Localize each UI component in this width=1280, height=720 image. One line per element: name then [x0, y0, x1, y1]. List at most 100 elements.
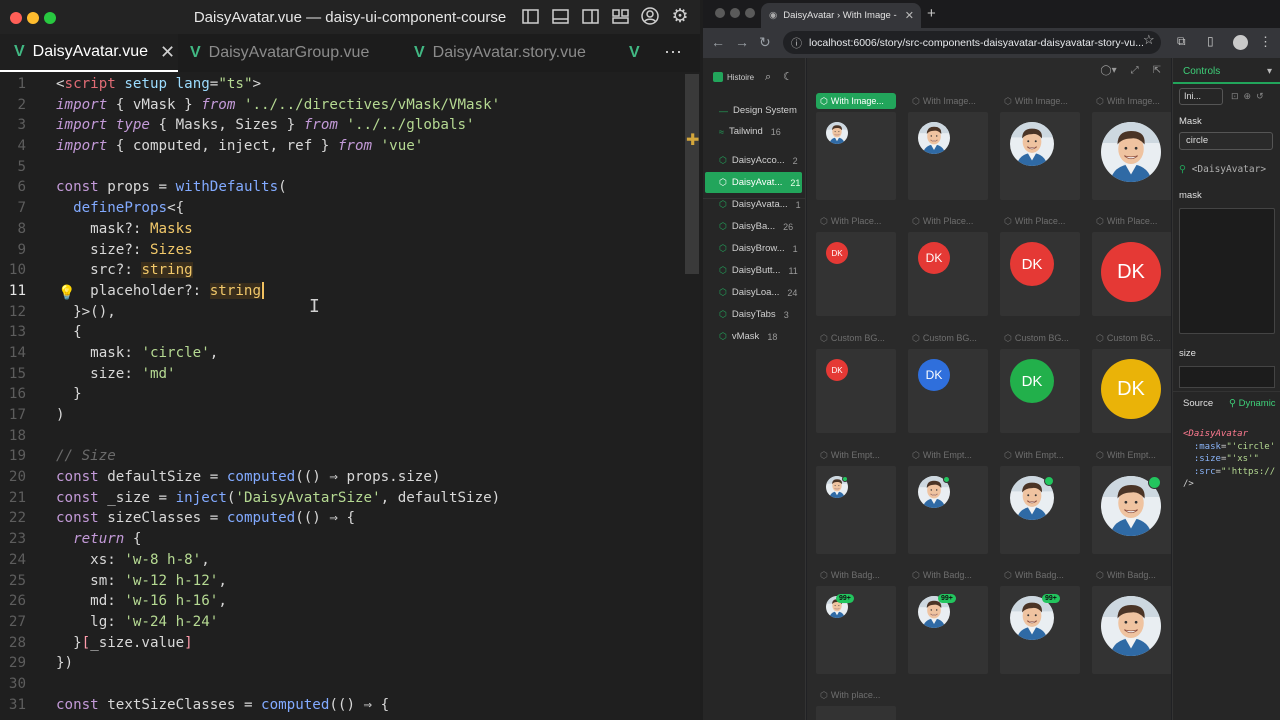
sidebar-story-item[interactable]: ⬡ DaisyBa... 26 — [705, 216, 802, 237]
profile-avatar[interactable] — [1233, 35, 1248, 50]
variant-image[interactable]: ⬡ With Image... — [1092, 93, 1171, 200]
tab-controls[interactable]: Controls — [1173, 58, 1280, 84]
sidebar-story-item[interactable]: ⬡ vMask 18 — [705, 326, 802, 347]
variant-label[interactable]: ⬡ With Empt... — [908, 447, 995, 463]
state-action-icons[interactable]: ⊡⊕↺ — [1231, 91, 1269, 102]
variant-label[interactable]: ⬡ With Empt... — [816, 447, 903, 463]
variant-label[interactable]: ⬡ With Empt... — [1000, 447, 1087, 463]
variant-custom-bg[interactable]: ⬡ Custom BG... DK — [1000, 330, 1087, 433]
pin-icon[interactable]: ⤢ — [1131, 65, 1139, 76]
variant-badge[interactable]: ⬡ With Badg... — [1092, 567, 1171, 674]
editor-scrollbar-thumb[interactable] — [685, 74, 699, 274]
variant-label[interactable]: ⬡ With Badg... — [1000, 567, 1087, 583]
variant-label[interactable]: ⬡ With Image... — [1000, 93, 1087, 109]
variant-label[interactable]: ⬡ With Image... — [816, 93, 896, 109]
tab-source[interactable]: Source — [1183, 398, 1213, 409]
address-bar[interactable]: ⓘ localhost:6006/story/src-components-da… — [783, 31, 1161, 54]
dark-mode-moon-icon[interactable]: ☾ — [783, 70, 793, 83]
extensions-puzzle-icon[interactable]: ⧉ — [1177, 34, 1186, 49]
sidebar-story-item[interactable]: ⬡ DaisyLoa... 24 — [705, 282, 802, 303]
variant-label[interactable]: ⬡ Custom BG... — [1000, 330, 1087, 346]
variant-label[interactable]: ⬡ With Empt... — [1092, 447, 1171, 463]
back-arrow-icon[interactable]: ← — [711, 34, 725, 50]
sidebar-story-item[interactable]: ≈ Tailwind 16 — [705, 121, 802, 142]
variant-badge[interactable]: ⬡ With Badg... 99+ — [908, 567, 995, 674]
background-toggle-icon[interactable]: ◯▾ — [1100, 65, 1116, 76]
variant-label[interactable]: ⬡ With Place... — [908, 213, 995, 229]
variant-badge[interactable]: ⬡ With Badg... 99+ — [1000, 567, 1087, 674]
variant-preview: DK — [1000, 232, 1080, 316]
variant-label[interactable]: ⬡ Custom BG... — [908, 330, 995, 346]
panel-menu-icon[interactable]: ▾ — [1267, 66, 1272, 77]
avatar-placeholder: DK — [826, 359, 848, 381]
variant-placeholder[interactable]: ⬡ With Place... DK — [908, 213, 995, 316]
forward-arrow-icon[interactable]: → — [735, 34, 749, 50]
reload-icon[interactable]: ↻ — [759, 34, 771, 51]
variant-label[interactable]: ⬡ With Image... — [908, 93, 995, 109]
line-number: 19 — [8, 448, 26, 465]
code-area[interactable]: 1 <script setup lang="ts"> 2 import { vMas… — [0, 74, 700, 715]
site-info-icon[interactable]: ⓘ — [791, 35, 802, 51]
variant-badge[interactable]: ⬡ With Badg... 99+ — [816, 567, 903, 674]
toggle-panel-icon[interactable] — [550, 6, 570, 26]
variant-label[interactable]: ⬡ Custom BG... — [1092, 330, 1171, 346]
variant-custom-bg[interactable]: ⬡ Custom BG... DK — [908, 330, 995, 433]
settings-gear-icon[interactable]: ⚙ — [670, 6, 690, 27]
split-editor-icon[interactable] — [580, 6, 600, 26]
variant-placeholder[interactable]: ⬡ With Place... DK — [816, 213, 903, 316]
sidebar-story-item[interactable]: ⬡ DaisyAcco... 2 — [705, 150, 802, 171]
sidebar-story-item[interactable]: ⬡ DaisyButt... 11 — [705, 260, 802, 281]
tab-daisyavatar-story-vue[interactable]: V DaisyAvatar.story.vue — [400, 34, 620, 72]
variant-placeholder[interactable]: ⬡ With Place... DK — [1000, 213, 1087, 316]
browser-tab-active[interactable]: ◉ DaisyAvatar › With Image - x ✕ — [761, 3, 921, 28]
browser-menu-icon[interactable]: ⋮ — [1259, 34, 1272, 50]
close-tab-icon[interactable]: ✕ — [160, 42, 175, 63]
variant-empty-badge[interactable]: ⬡ With Empt... — [816, 447, 903, 554]
variant-empty-badge[interactable]: ⬡ With Empt... — [908, 447, 995, 554]
init-state-select[interactable]: Ini... — [1179, 88, 1223, 105]
customize-layout-icon[interactable] — [610, 6, 630, 26]
sidebar-story-item[interactable]: ⬡ DaisyAvat... 21 — [705, 172, 802, 193]
variant-image[interactable]: ⬡ With Image... — [816, 93, 903, 200]
variant-label[interactable]: ⬡ With Badg... — [908, 567, 995, 583]
variant-label[interactable]: ⬡ With Badg... — [1092, 567, 1171, 583]
mask-prop-textarea[interactable] — [1179, 208, 1275, 334]
variant-image[interactable]: ⬡ With Image... — [908, 93, 995, 200]
size-prop-input[interactable] — [1179, 366, 1275, 388]
variant-label[interactable]: ⬡ With Image... — [1092, 93, 1171, 109]
side-panel-icon[interactable]: ▯ — [1207, 34, 1214, 48]
sidebar-story-item[interactable]: ⬡ DaisyBrow... 1 — [705, 238, 802, 259]
variant-empty-badge[interactable]: ⬡ With Empt... — [1092, 447, 1171, 554]
variant-label[interactable]: ⬡ Custom BG... — [816, 330, 903, 346]
variant-partial[interactable]: ⬡ With place... — [816, 687, 903, 720]
variant-image[interactable]: ⬡ With Image... — [1000, 93, 1087, 200]
variant-custom-bg[interactable]: ⬡ Custom BG... DK — [1092, 330, 1171, 433]
variant-label[interactable]: ⬡ With Place... — [1000, 213, 1087, 229]
close-tab-icon[interactable]: ✕ — [905, 9, 914, 22]
tab-daisyavatar-vue[interactable]: V DaisyAvatar.vue ✕ — [0, 34, 178, 72]
line-number: 2 — [17, 96, 26, 113]
tab-overflow-partial[interactable]: V — [615, 34, 655, 72]
more-tabs-icon[interactable]: ⋯ — [664, 42, 682, 63]
variant-placeholder[interactable]: ⬡ With Place... DK — [1092, 213, 1171, 316]
variant-label[interactable]: ⬡ With Badg... — [816, 567, 903, 583]
open-new-icon[interactable]: ⇱ — [1153, 65, 1161, 76]
mask-select[interactable]: circle — [1179, 132, 1273, 150]
sidebar-story-item[interactable]: ⬡ DaisyTabs 3 — [705, 304, 802, 325]
toggle-sidebar-icon[interactable] — [520, 6, 540, 26]
maximize-window-button[interactable] — [745, 8, 755, 18]
variant-label[interactable]: ⬡ With Place... — [1092, 213, 1171, 229]
variant-label[interactable]: ⬡ With Place... — [816, 213, 903, 229]
account-icon[interactable] — [640, 6, 660, 26]
bookmark-star-icon[interactable]: ☆ — [1143, 32, 1155, 48]
variant-custom-bg[interactable]: ⬡ Custom BG... DK — [816, 330, 903, 433]
variant-empty-badge[interactable]: ⬡ With Empt... — [1000, 447, 1087, 554]
new-tab-button[interactable]: + — [927, 5, 936, 22]
minimize-window-button[interactable] — [730, 8, 740, 18]
close-window-button[interactable] — [715, 8, 725, 18]
variant-label[interactable]: ⬡ With place... — [816, 687, 903, 703]
tab-daisyavatargroup-vue[interactable]: V DaisyAvatarGroup.vue — [176, 34, 396, 72]
search-icon[interactable]: ⌕ — [765, 71, 771, 84]
tab-dynamic[interactable]: ⚲ Dynamic — [1229, 398, 1276, 409]
sidebar-story-item[interactable]: — Design System — [705, 100, 802, 121]
